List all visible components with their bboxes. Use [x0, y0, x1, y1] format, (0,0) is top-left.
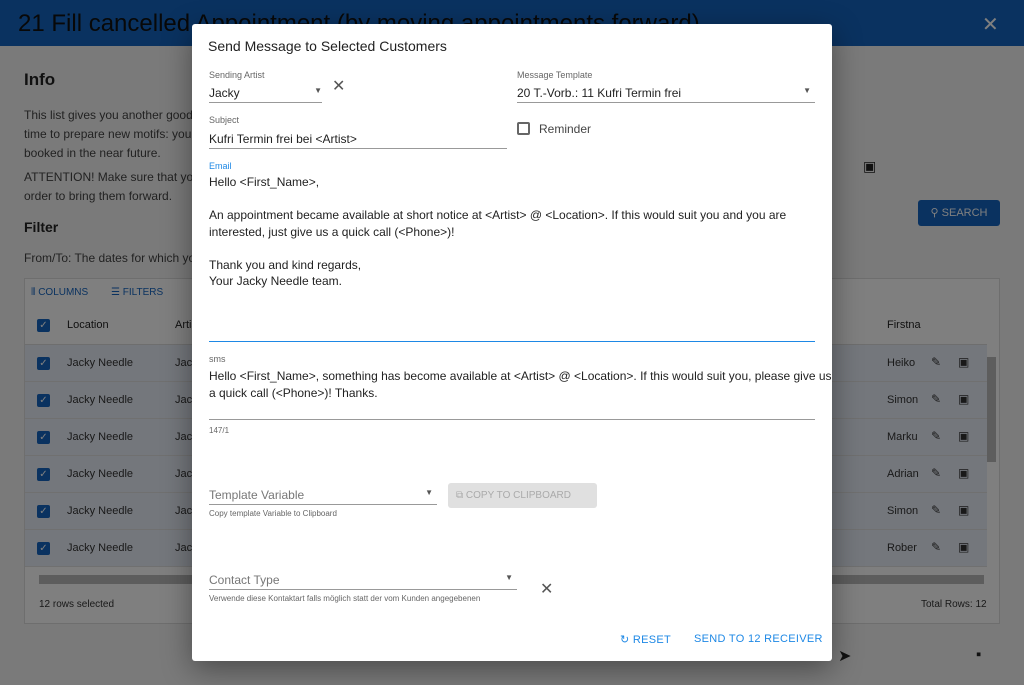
copy-to-clipboard-button[interactable]: ⧉ COPY TO CLIPBOARD	[448, 483, 597, 508]
template-variable-select[interactable]: Template Variable ▼	[209, 486, 437, 505]
subject-input[interactable]: Kufri Termin frei bei <Artist>	[209, 130, 507, 149]
template-variable-help: Copy template Variable to Clipboard	[209, 509, 337, 518]
template-label: Message Template	[517, 70, 593, 80]
email-line: An appointment became available at short…	[209, 208, 787, 222]
reminder-checkbox[interactable]	[517, 122, 530, 135]
template-select[interactable]: 20 T.-Vorb.: 11 Kufri Termin frei ▼	[517, 84, 815, 103]
subject-label: Subject	[209, 115, 240, 125]
contact-type-select[interactable]: Contact Type ▼	[209, 571, 517, 590]
email-line: Your Jacky Needle team.	[209, 274, 342, 288]
reset-icon: ↻	[620, 634, 633, 646]
email-textarea[interactable]: Hello <First_Name>, An appointment became…	[209, 174, 815, 342]
sms-char-count: 147/1	[209, 426, 230, 435]
email-line	[209, 191, 815, 208]
clear-contact-type-icon[interactable]: ✕	[540, 579, 553, 599]
dialog-title: Send Message to Selected Customers	[208, 38, 447, 54]
sms-textarea[interactable]: Hello <First_Name>, something has become…	[209, 368, 832, 420]
artist-select[interactable]: Jacky ▼	[209, 84, 322, 103]
email-label: Email	[209, 161, 232, 171]
email-line: Thank you and kind regards,	[209, 257, 362, 272]
sms-label: sms	[209, 354, 226, 364]
reminder-label: Reminder	[539, 122, 592, 136]
send-button[interactable]: SEND TO 12 RECEIVER	[694, 633, 823, 645]
email-line: Hello <First_Name>,	[209, 175, 320, 189]
copy-icon: ⧉	[456, 490, 466, 501]
send-message-dialog: Send Message to Selected Customers Sendi…	[192, 24, 832, 661]
clear-artist-icon[interactable]: ✕	[332, 76, 345, 96]
email-line: interested, just give us a quick call (<…	[209, 224, 455, 239]
contact-type-help: Verwende diese Kontaktart falls möglich …	[209, 594, 481, 603]
sms-line: Hello <First_Name>, something has become…	[209, 369, 832, 383]
sms-line: a quick call (<Phone>)! Thanks.	[209, 385, 378, 400]
reset-button[interactable]: ↻ RESET	[620, 633, 671, 646]
artist-label: Sending Artist	[209, 70, 265, 80]
email-line	[209, 240, 815, 257]
